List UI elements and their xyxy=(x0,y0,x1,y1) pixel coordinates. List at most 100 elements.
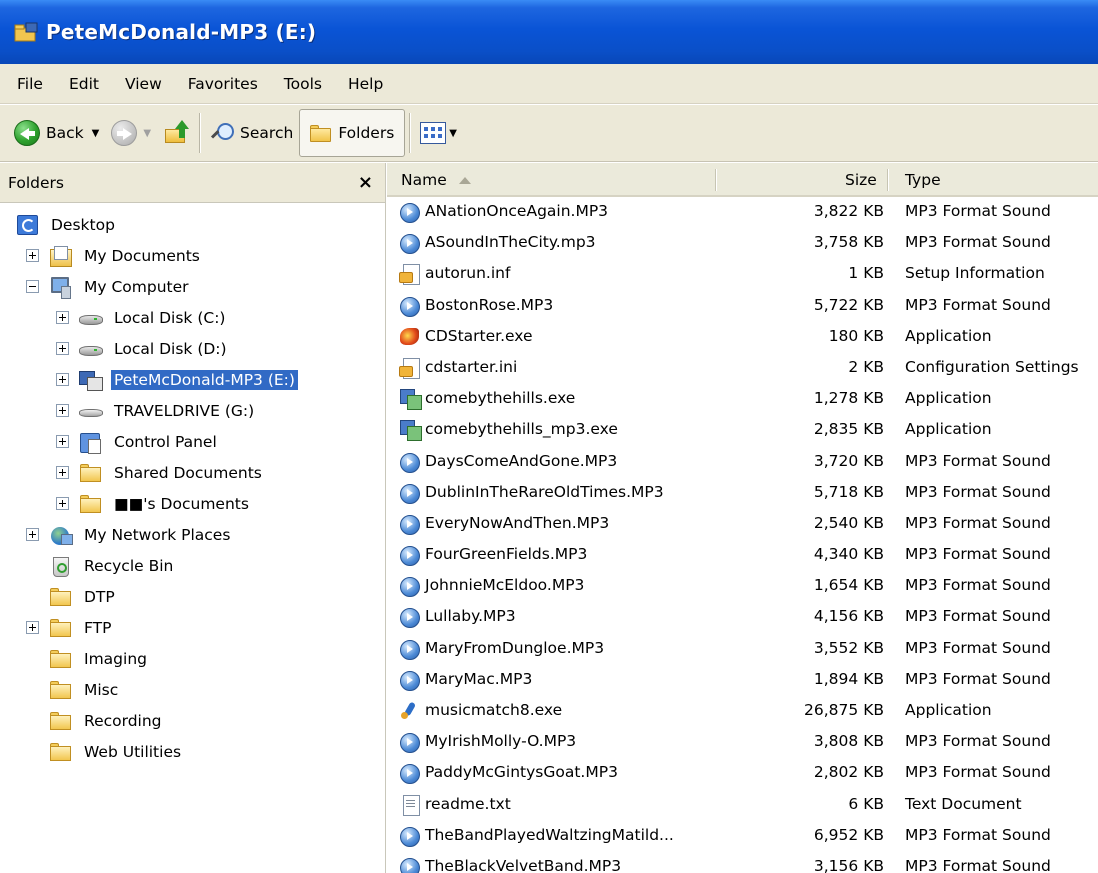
expand-icon[interactable] xyxy=(26,621,39,634)
control-panel-icon xyxy=(79,431,103,454)
forward-button[interactable]: ▼ xyxy=(105,111,157,155)
list-header: Name Size Type xyxy=(387,163,1098,197)
file-row[interactable]: TheBlackVelvetBand.MP3 3,156 KB MP3 Format… xyxy=(387,852,1098,873)
tree-item-label: Local Disk (D:) xyxy=(114,339,227,358)
tree-item-label: Recording xyxy=(84,711,162,730)
file-row[interactable]: PaddyMcGintysGoat.MP3 2,802 KB MP3 Format … xyxy=(387,758,1098,789)
file-size: 4,156 KB xyxy=(813,607,884,626)
tree-item[interactable]: My Network Places xyxy=(0,519,385,550)
close-icon[interactable]: × xyxy=(358,172,373,193)
expand-icon[interactable] xyxy=(56,311,69,324)
file-type: Configuration Settings xyxy=(905,357,1079,376)
file-row[interactable]: ANationOnceAgain.MP3 3,822 KB MP3 Format S… xyxy=(387,197,1098,228)
search-icon xyxy=(210,121,235,145)
file-row[interactable]: comebythehills.exe 1,278 KB Application xyxy=(387,384,1098,415)
views-button[interactable]: ▼ xyxy=(414,111,463,155)
tree-item-label: Imaging xyxy=(84,649,147,668)
back-label: Back xyxy=(46,124,84,142)
tree-item[interactable]: My Documents xyxy=(0,240,385,271)
expand-icon[interactable] xyxy=(26,528,39,541)
mp3-file-icon xyxy=(399,575,421,598)
text-file-icon xyxy=(399,794,421,816)
mp3-file-icon xyxy=(399,451,421,473)
mp3-file-icon xyxy=(399,825,421,847)
file-row[interactable]: CDStarter.exe 180 KB Application xyxy=(387,322,1098,353)
tree-item[interactable]: Web Utilities xyxy=(0,736,385,767)
file-row[interactable]: DublinInTheRareOldTimes.MP3 5,718 KB MP3 F… xyxy=(387,478,1098,509)
tree-item[interactable]: Misc xyxy=(0,674,385,705)
tree-item[interactable]: Desktop xyxy=(0,209,385,240)
file-row[interactable]: MyIrishMolly-O.MP3 3,808 KB MP3 Format Sou… xyxy=(387,727,1098,758)
views-dropdown-icon[interactable]: ▼ xyxy=(449,128,457,139)
menu-tools[interactable]: Tools xyxy=(271,75,335,93)
expand-icon[interactable] xyxy=(56,342,69,355)
file-row[interactable]: cdstarter.ini 2 KB Configuration Settings xyxy=(387,353,1098,384)
column-header-name[interactable]: Name xyxy=(401,163,471,197)
menu-view[interactable]: View xyxy=(112,75,175,93)
file-row[interactable]: comebythehills_mp3.exe 2,835 KB Applicatio… xyxy=(387,415,1098,446)
file-row[interactable]: ASoundInTheCity.mp3 3,758 KB MP3 Format So… xyxy=(387,228,1098,259)
tree-item[interactable]: Local Disk (D:) xyxy=(0,333,385,364)
file-row[interactable]: Lullaby.MP3 4,156 KB MP3 Format Sound xyxy=(387,602,1098,633)
column-header-size[interactable]: Size xyxy=(845,163,877,197)
menu-favorites[interactable]: Favorites xyxy=(175,75,271,93)
file-row[interactable]: MaryFromDungloe.MP3 3,552 KB MP3 Format So… xyxy=(387,634,1098,665)
tree-item[interactable]: Recording xyxy=(0,705,385,736)
expand-icon[interactable] xyxy=(56,373,69,386)
tree-item[interactable]: Local Disk (C:) xyxy=(0,302,385,333)
mp3-file-icon xyxy=(399,232,421,255)
tree-item[interactable]: DTP xyxy=(0,581,385,612)
file-row[interactable]: MaryMac.MP3 1,894 KB MP3 Format Sound xyxy=(387,665,1098,696)
file-row[interactable]: FourGreenFields.MP3 4,340 KB MP3 Format So… xyxy=(387,540,1098,571)
menu-file[interactable]: File xyxy=(4,75,56,93)
file-row[interactable]: DaysComeAndGone.MP3 3,720 KB MP3 Format So… xyxy=(387,447,1098,478)
mp3-file-icon xyxy=(399,731,421,754)
file-row[interactable]: musicmatch8.exe 26,875 KB Application xyxy=(387,696,1098,727)
file-row[interactable]: TheBandPlayedWaltzingMatild... 6,952 KB MP… xyxy=(387,821,1098,852)
file-name: FourGreenFields.MP3 xyxy=(425,545,588,564)
file-type: MP3 Format Sound xyxy=(905,607,1051,626)
tree-item[interactable]: ■■'s Documents xyxy=(0,488,385,519)
tree-item[interactable]: FTP xyxy=(0,612,385,643)
forward-dropdown-icon[interactable]: ▼ xyxy=(143,128,151,139)
expand-icon[interactable] xyxy=(56,466,69,479)
column-header-type[interactable]: Type xyxy=(905,163,941,197)
tree-item[interactable]: Imaging xyxy=(0,643,385,674)
file-type: MP3 Format Sound xyxy=(905,669,1051,688)
expand-icon[interactable] xyxy=(56,497,69,510)
folder-tree: Desktop My Documents My Computer Local Disk… xyxy=(0,203,385,767)
expand-icon[interactable] xyxy=(56,435,69,448)
search-button[interactable]: Search xyxy=(204,111,299,155)
collapse-icon[interactable] xyxy=(26,280,39,293)
column-separator[interactable] xyxy=(887,169,888,191)
menu-edit[interactable]: Edit xyxy=(56,75,112,93)
tree-item[interactable]: Shared Documents xyxy=(0,457,385,488)
tree-item[interactable]: Recycle Bin xyxy=(0,550,385,581)
file-row[interactable]: JohnnieMcEldoo.MP3 1,654 KB MP3 Format Sou… xyxy=(387,571,1098,602)
file-name: musicmatch8.exe xyxy=(425,701,563,719)
tree-item[interactable]: PeteMcDonald-MP3 (E:) xyxy=(0,364,385,395)
folders-button[interactable]: Folders xyxy=(299,109,406,157)
file-name: autorun.inf xyxy=(425,264,511,283)
up-folder-button[interactable] xyxy=(157,111,195,155)
back-button[interactable]: Back ▼ xyxy=(8,111,105,155)
menu-help[interactable]: Help xyxy=(335,75,396,93)
tree-item[interactable]: TRAVELDRIVE (G:) xyxy=(0,395,385,426)
file-type: Setup Information xyxy=(905,264,1045,283)
tree-item[interactable]: Control Panel xyxy=(0,426,385,457)
menu-bar: File Edit View Favorites Tools Help xyxy=(0,64,1098,104)
file-name: EveryNowAndThen.MP3 xyxy=(425,513,610,532)
my-documents-icon xyxy=(49,245,73,267)
back-dropdown-icon[interactable]: ▼ xyxy=(92,128,100,139)
file-row[interactable]: EveryNowAndThen.MP3 2,540 KB MP3 Format So… xyxy=(387,509,1098,540)
expand-icon[interactable] xyxy=(26,249,39,262)
title-bar[interactable]: PeteMcDonald-MP3 (E:) xyxy=(0,0,1098,64)
file-row[interactable]: autorun.inf 1 KB Setup Information xyxy=(387,259,1098,290)
file-row[interactable]: readme.txt 6 KB Text Document xyxy=(387,790,1098,821)
column-separator[interactable] xyxy=(715,169,716,191)
file-name: MaryFromDungloe.MP3 xyxy=(425,638,605,657)
file-row[interactable]: BostonRose.MP3 5,722 KB MP3 Format Sound xyxy=(387,291,1098,322)
drive-window-icon xyxy=(14,22,38,42)
tree-item[interactable]: My Computer xyxy=(0,271,385,302)
expand-icon[interactable] xyxy=(56,404,69,417)
